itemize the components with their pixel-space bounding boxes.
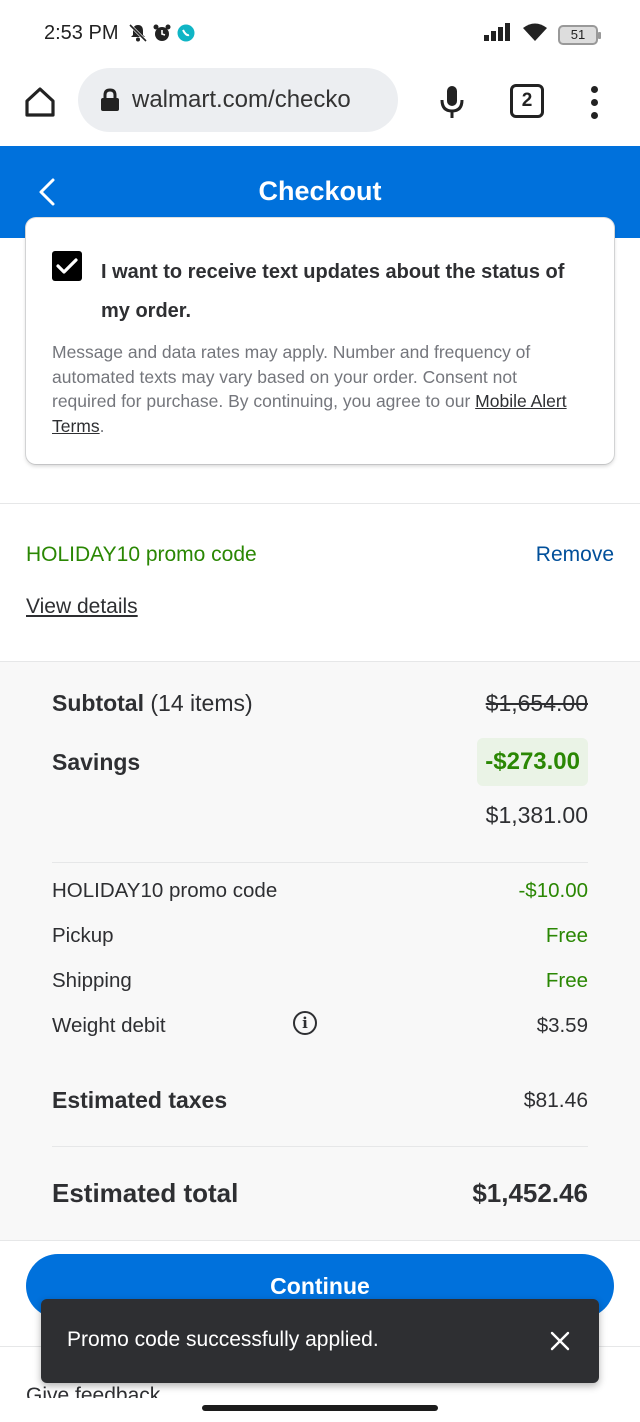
mic-icon <box>440 86 464 118</box>
browser-toolbar: walmart.com/checko 2 <box>0 66 640 146</box>
voice-search-button[interactable] <box>432 80 472 124</box>
promo-line-value: -$10.00 <box>518 879 588 902</box>
pickup-value: Free <box>545 924 588 947</box>
tab-switcher-button[interactable]: 2 <box>510 84 544 118</box>
weight-debit-row: Weight debit $3.59 <box>52 1014 588 1038</box>
status-icons-left <box>128 23 196 43</box>
total-value: $1,452.46 <box>472 1178 588 1208</box>
summary-divider <box>52 862 588 863</box>
text-updates-checkbox[interactable] <box>52 251 82 281</box>
pickup-row: Pickup Free <box>52 924 588 948</box>
subtotal-row: Subtotal (14 items) $1,654.00 <box>52 690 588 717</box>
toast-close-button[interactable] <box>545 1326 575 1356</box>
wifi-icon <box>522 22 548 47</box>
order-summary: Subtotal (14 items) $1,654.00 Savings -$… <box>0 662 640 1240</box>
home-indicator[interactable] <box>202 1405 438 1411</box>
text-updates-card: I want to receive text updates about the… <box>26 218 614 464</box>
disclaimer-end: . <box>99 415 105 436</box>
toast-notification: Promo code successfully applied. <box>41 1299 599 1383</box>
url-bar[interactable]: walmart.com/checko <box>78 68 398 132</box>
pickup-label: Pickup <box>52 924 114 947</box>
toast-message: Promo code successfully applied. <box>67 1328 379 1351</box>
messenger-icon <box>176 23 196 43</box>
total-row: Estimated total $1,452.46 <box>52 1178 588 1209</box>
close-icon <box>550 1331 570 1351</box>
url-text: walmart.com/checko <box>132 86 351 113</box>
signal-icon <box>484 23 512 46</box>
section-divider <box>0 503 640 504</box>
summary-divider <box>52 1146 588 1147</box>
disclaimer-text: Message and data rates may apply. Number… <box>52 342 531 411</box>
weight-debit-value: $3.59 <box>536 1014 588 1037</box>
subtotal-original-price: $1,654.00 <box>485 690 588 716</box>
view-details-link[interactable]: View details <box>26 595 138 619</box>
promo-line-label: HOLIDAY10 promo code <box>52 879 278 902</box>
net-subtotal-row: $1,381.00 <box>52 802 588 829</box>
shipping-label: Shipping <box>52 969 132 992</box>
subtotal-label: Subtotal (14 items) <box>52 690 253 716</box>
section-divider <box>0 1240 640 1241</box>
home-button[interactable] <box>18 80 62 124</box>
info-icon[interactable]: i <box>293 1011 317 1035</box>
total-label: Estimated total <box>52 1178 239 1208</box>
alarm-icon <box>152 23 172 43</box>
notifications-off-icon <box>128 23 148 43</box>
home-icon <box>25 87 55 117</box>
text-updates-label: I want to receive text updates about the… <box>101 261 565 322</box>
applied-promo-code: HOLIDAY10 promo code <box>26 543 257 566</box>
savings-badge: -$273.00 <box>477 738 588 786</box>
browser-menu-button[interactable] <box>580 80 608 124</box>
weight-debit-label: Weight debit <box>52 1014 166 1037</box>
taxes-value: $81.46 <box>523 1088 588 1112</box>
checkmark-icon <box>56 258 78 274</box>
taxes-row: Estimated taxes $81.46 <box>52 1087 588 1114</box>
text-updates-disclaimer: Message and data rates may apply. Number… <box>52 340 582 438</box>
menu-dot <box>590 85 598 93</box>
savings-row: Savings -$273.00 <box>52 738 588 786</box>
menu-dot <box>590 111 598 119</box>
give-feedback-link[interactable]: Give feedback <box>26 1384 160 1398</box>
lock-icon <box>101 88 119 111</box>
savings-label: Savings <box>52 748 141 775</box>
status-bar: 2:53 PM 51 <box>0 0 640 66</box>
promo-line-row: HOLIDAY10 promo code -$10.00 <box>52 879 588 903</box>
net-subtotal: $1,381.00 <box>485 802 588 828</box>
status-icons-right: 51 <box>484 22 601 47</box>
battery-icon: 51 <box>558 24 601 45</box>
page-title: Checkout <box>258 176 382 206</box>
taxes-label: Estimated taxes <box>52 1087 228 1113</box>
shipping-value: Free <box>545 969 588 992</box>
menu-dot <box>590 98 598 106</box>
shipping-row: Shipping Free <box>52 969 588 993</box>
status-time: 2:53 PM <box>44 22 119 44</box>
remove-promo-button[interactable]: Remove <box>536 543 614 567</box>
